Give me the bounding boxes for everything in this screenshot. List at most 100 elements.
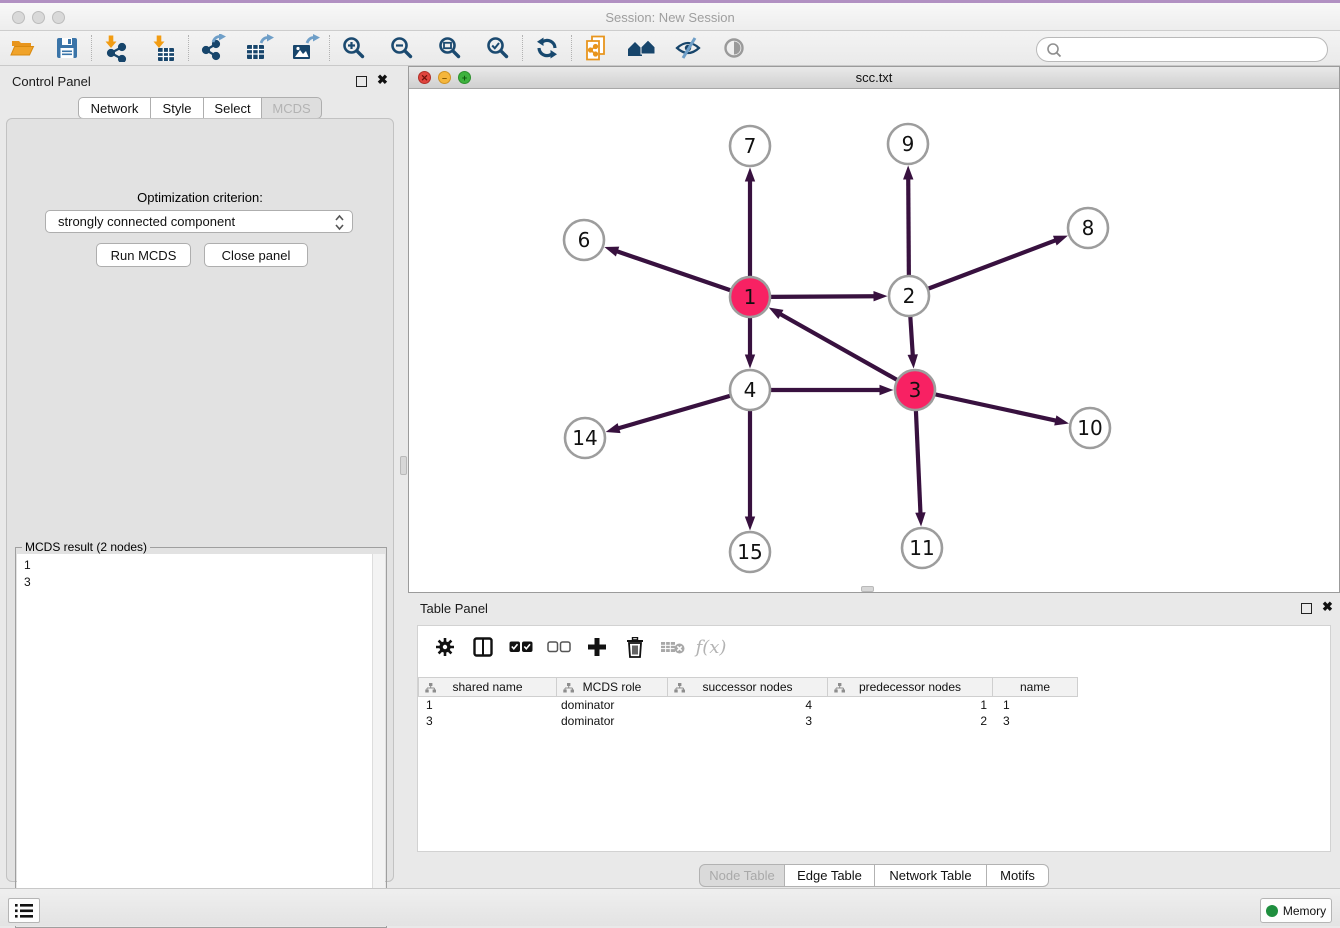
import-network-button[interactable] <box>99 33 133 63</box>
task-history-button[interactable] <box>8 898 40 923</box>
deselect-all-button[interactable] <box>540 633 578 661</box>
table-cell[interactable]: 1 <box>418 697 557 713</box>
close-table-panel-icon[interactable]: ✖ <box>1322 599 1333 615</box>
edge-1-2[interactable] <box>770 296 875 297</box>
show-hide-button[interactable] <box>671 33 705 63</box>
close-panel-button[interactable]: Close panel <box>204 243 308 267</box>
save-session-button[interactable] <box>50 33 84 63</box>
circle-icon <box>721 35 747 61</box>
status-bar: Memory <box>0 888 1340 926</box>
table-cell[interactable]: 1 <box>828 697 993 713</box>
select-all-button[interactable] <box>502 633 540 661</box>
copy-network-button[interactable] <box>579 33 613 63</box>
tab-edge-table[interactable]: Edge Table <box>785 864 875 887</box>
table-row[interactable]: 1dominator411 <box>418 697 1078 713</box>
tab-motifs[interactable]: Motifs <box>987 864 1049 887</box>
horizontal-splitter-grip[interactable] <box>861 586 874 592</box>
edge-4-14[interactable] <box>618 396 731 429</box>
memory-button[interactable]: Memory <box>1260 898 1332 923</box>
edge-3-11[interactable] <box>916 410 921 514</box>
function-builder-button: f(x) <box>692 633 730 661</box>
delete-row-button[interactable] <box>616 633 654 661</box>
table-cell[interactable]: 1 <box>993 697 1078 713</box>
network-view-window: ✕ – + scc.txt 7968124314101511 <box>408 66 1340 593</box>
tab-node-table[interactable]: Node Table <box>699 864 785 887</box>
search-box[interactable] <box>1036 37 1328 62</box>
table-row[interactable]: 3dominator323 <box>418 713 1078 729</box>
search-input[interactable] <box>1065 43 1315 57</box>
edge-2-9[interactable] <box>908 178 909 276</box>
table-tabs: Node TableEdge TableNetwork TableMotifs <box>699 864 1049 887</box>
mcds-result-list[interactable]: 13 <box>17 554 385 926</box>
column-header-MCDS-role[interactable]: MCDS role <box>557 677 668 697</box>
copy-network-icon <box>583 34 609 62</box>
node-table-container: f(x) shared nameMCDS rolesuccessor nodes… <box>417 625 1331 852</box>
arrowhead-2-3 <box>908 354 918 368</box>
import-network-icon <box>102 34 130 62</box>
export-image-button[interactable] <box>288 33 322 63</box>
import-table-button[interactable] <box>147 33 181 63</box>
zoom-in-button[interactable] <box>337 33 371 63</box>
result-scrollbar[interactable] <box>372 554 385 926</box>
tree-icon <box>834 683 845 693</box>
tab-select[interactable]: Select <box>204 97 262 119</box>
zoom-fit-button[interactable] <box>433 33 467 63</box>
refresh-icon <box>534 35 560 61</box>
tree-icon <box>425 683 436 693</box>
arrowhead-2-8 <box>1053 236 1068 246</box>
table-settings-button[interactable] <box>426 633 464 661</box>
run-mcds-button[interactable]: Run MCDS <box>96 243 191 267</box>
table-cell[interactable]: 3 <box>993 713 1078 729</box>
table-cell[interactable]: dominator <box>557 713 668 729</box>
column-header-name[interactable]: name <box>993 677 1078 697</box>
optimization-criterion-label: Optimization criterion: <box>7 190 393 205</box>
add-row-button[interactable] <box>578 633 616 661</box>
result-item[interactable]: 3 <box>24 574 385 591</box>
tab-network[interactable]: Network <box>78 97 151 119</box>
float-panel-icon[interactable] <box>356 76 367 87</box>
table-cell[interactable]: 3 <box>668 713 828 729</box>
gear-icon <box>434 636 456 658</box>
memory-status-icon <box>1266 905 1278 917</box>
network-graph-canvas[interactable]: 7968124314101511 <box>409 89 1339 592</box>
float-table-panel-icon[interactable] <box>1301 603 1312 614</box>
node-label-1: 1 <box>744 285 757 309</box>
tab-style[interactable]: Style <box>151 97 204 119</box>
optimization-criterion-select[interactable]: strongly connected component <box>45 210 353 233</box>
fx-icon: f(x) <box>696 637 727 658</box>
arrowhead-1-7 <box>745 168 755 182</box>
export-table-icon <box>244 34 274 62</box>
network-window-titlebar[interactable]: ✕ – + scc.txt <box>409 67 1339 89</box>
vertical-splitter-grip[interactable] <box>400 456 407 475</box>
zoom-selected-button[interactable] <box>481 33 515 63</box>
edge-3-10[interactable] <box>935 394 1057 421</box>
save-icon <box>54 35 80 61</box>
zoom-fit-icon <box>437 35 463 61</box>
edge-2-8[interactable] <box>928 240 1057 289</box>
result-item[interactable]: 1 <box>24 557 385 574</box>
table-panel: Table Panel ✖ <box>408 593 1340 888</box>
edge-2-3[interactable] <box>910 316 913 356</box>
close-panel-icon[interactable]: ✖ <box>377 72 388 88</box>
node-label-2: 2 <box>903 284 916 308</box>
first-neighbors-button[interactable] <box>625 33 659 63</box>
table-cell[interactable]: 2 <box>828 713 993 729</box>
tab-network-table[interactable]: Network Table <box>875 864 987 887</box>
table-cell[interactable]: 4 <box>668 697 828 713</box>
export-network-button[interactable] <box>196 33 230 63</box>
folder-open-icon <box>10 35 36 61</box>
column-header-successor-nodes[interactable]: successor nodes <box>668 677 828 697</box>
edge-3-1[interactable] <box>780 314 898 380</box>
network-window-title: scc.txt <box>409 70 1339 85</box>
column-header-shared-name[interactable]: shared name <box>418 677 557 697</box>
export-table-button[interactable] <box>242 33 276 63</box>
refresh-layout-button[interactable] <box>530 33 564 63</box>
open-session-button[interactable] <box>6 33 40 63</box>
tab-mcds[interactable]: MCDS <box>262 97 322 119</box>
table-cell[interactable]: dominator <box>557 697 668 713</box>
column-chooser-button[interactable] <box>464 633 502 661</box>
table-cell[interactable]: 3 <box>418 713 557 729</box>
zoom-out-button[interactable] <box>385 33 419 63</box>
column-header-predecessor-nodes[interactable]: predecessor nodes <box>828 677 993 697</box>
edge-1-6[interactable] <box>616 251 731 290</box>
